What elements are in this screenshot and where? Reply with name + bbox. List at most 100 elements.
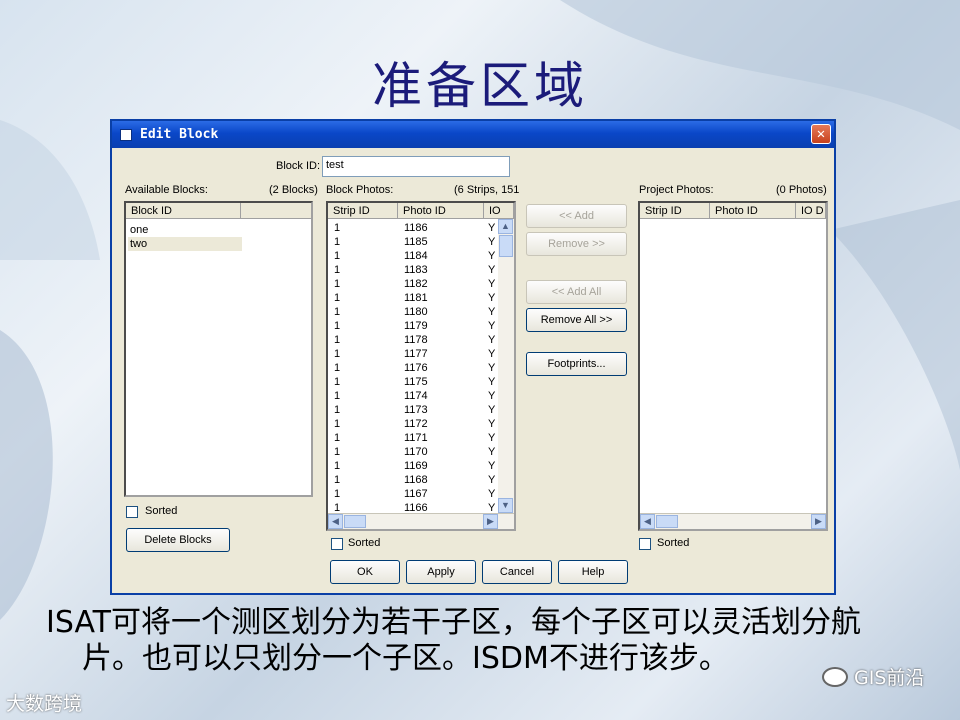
table-cell[interactable]: 1 (334, 235, 340, 249)
column-header-block-id[interactable]: Block ID (126, 203, 241, 219)
scroll-up-icon[interactable]: ▲ (498, 219, 513, 234)
table-cell[interactable]: Y (488, 235, 495, 249)
scroll-left-icon[interactable]: ◀ (640, 514, 655, 529)
table-cell[interactable]: 1 (334, 431, 340, 445)
table-cell[interactable]: Y (488, 487, 495, 501)
table-cell[interactable]: 1181 (404, 291, 428, 305)
table-cell[interactable]: Y (488, 291, 495, 305)
table-cell[interactable]: 1 (334, 417, 340, 431)
table-cell[interactable]: Y (488, 221, 495, 235)
block-photos-list[interactable]: Strip ID Photo ID IO 1 1186 Y 1 1185 Y 1 1184 Y 1… (326, 201, 516, 531)
table-cell[interactable]: 1184 (404, 249, 428, 263)
available-sorted-checkbox[interactable] (126, 506, 138, 518)
table-cell[interactable]: 1185 (404, 235, 428, 249)
table-cell[interactable]: 1 (334, 403, 340, 417)
table-cell[interactable]: 1171 (404, 431, 428, 445)
apply-button[interactable]: Apply (406, 560, 476, 584)
table-cell[interactable]: 1 (334, 221, 340, 235)
column-header-strip-id[interactable]: Strip ID (640, 203, 710, 219)
table-cell[interactable]: 1 (334, 305, 340, 319)
table-cell[interactable]: 1 (334, 487, 340, 501)
table-cell[interactable]: Y (488, 361, 495, 375)
table-cell[interactable]: 1 (334, 459, 340, 473)
table-cell[interactable]: Y (488, 263, 495, 277)
table-cell[interactable]: 1 (334, 319, 340, 333)
column-header-strip-id[interactable]: Strip ID (328, 203, 398, 219)
remove-all-button[interactable]: Remove All >> (526, 308, 627, 332)
vertical-scrollbar[interactable]: ▲ ▼ (498, 219, 514, 513)
table-cell[interactable]: 1183 (404, 263, 428, 277)
scroll-thumb[interactable] (499, 235, 513, 257)
table-cell[interactable]: Y (488, 277, 495, 291)
table-cell[interactable]: 1179 (404, 319, 428, 333)
table-cell[interactable]: Y (488, 347, 495, 361)
available-blocks-list[interactable]: Block ID one two (124, 201, 313, 497)
table-cell[interactable]: 1182 (404, 277, 428, 291)
table-cell[interactable]: 1174 (404, 389, 428, 403)
list-item[interactable]: one (130, 223, 148, 237)
table-cell[interactable]: Y (488, 333, 495, 347)
cancel-button[interactable]: Cancel (482, 560, 552, 584)
table-cell[interactable]: Y (488, 417, 495, 431)
scroll-down-icon[interactable]: ▼ (498, 498, 513, 513)
table-cell[interactable]: Y (488, 459, 495, 473)
scroll-right-icon[interactable]: ▶ (483, 514, 498, 529)
project-photos-sorted-checkbox[interactable] (639, 538, 651, 550)
table-cell[interactable]: 1169 (404, 459, 428, 473)
table-cell[interactable]: Y (488, 305, 495, 319)
table-cell[interactable]: 1177 (404, 347, 428, 361)
footprints-button[interactable]: Footprints... (526, 352, 627, 376)
delete-blocks-button[interactable]: Delete Blocks (126, 528, 230, 552)
table-cell[interactable]: 1186 (404, 221, 428, 235)
table-cell[interactable]: Y (488, 319, 495, 333)
add-all-button[interactable]: << Add All (526, 280, 627, 304)
column-header-blank[interactable] (241, 203, 311, 219)
table-cell[interactable]: 1170 (404, 445, 428, 459)
table-cell[interactable]: 1178 (404, 333, 428, 347)
dialog-titlebar[interactable]: Edit Block ✕ (112, 121, 834, 148)
help-button[interactable]: Help (558, 560, 628, 584)
table-cell[interactable]: 1 (334, 347, 340, 361)
table-cell[interactable]: 1173 (404, 403, 428, 417)
scroll-thumb[interactable] (344, 515, 366, 528)
column-header-photo-id[interactable]: Photo ID (710, 203, 796, 219)
table-cell[interactable]: Y (488, 473, 495, 487)
table-cell[interactable]: 1176 (404, 361, 428, 375)
table-cell[interactable]: 1168 (404, 473, 428, 487)
table-cell[interactable]: 1180 (404, 305, 428, 319)
table-cell[interactable]: 1 (334, 375, 340, 389)
table-cell[interactable]: 1 (334, 389, 340, 403)
table-cell[interactable]: 1 (334, 361, 340, 375)
remove-button[interactable]: Remove >> (526, 232, 627, 256)
table-cell[interactable]: Y (488, 431, 495, 445)
scroll-right-icon[interactable]: ▶ (811, 514, 826, 529)
table-cell[interactable]: Y (488, 375, 495, 389)
block-photos-sorted-checkbox[interactable] (331, 538, 343, 550)
column-header-photo-id[interactable]: Photo ID (398, 203, 484, 219)
table-cell[interactable]: 1 (334, 263, 340, 277)
table-cell[interactable]: Y (488, 389, 495, 403)
horizontal-scrollbar[interactable]: ◀ ▶ (328, 513, 514, 529)
add-button[interactable]: << Add (526, 204, 627, 228)
table-cell[interactable]: 1175 (404, 375, 428, 389)
table-cell[interactable]: Y (488, 445, 495, 459)
scroll-thumb[interactable] (656, 515, 678, 528)
table-cell[interactable]: 1 (334, 277, 340, 291)
ok-button[interactable]: OK (330, 560, 400, 584)
close-button[interactable]: ✕ (811, 124, 831, 144)
scroll-left-icon[interactable]: ◀ (328, 514, 343, 529)
table-cell[interactable]: 1 (334, 445, 340, 459)
table-cell[interactable]: Y (488, 249, 495, 263)
column-header-io[interactable]: IO (484, 203, 514, 219)
table-cell[interactable]: 1 (334, 249, 340, 263)
block-id-input[interactable]: test (322, 156, 510, 177)
table-cell[interactable]: 1 (334, 291, 340, 305)
project-photos-list[interactable]: Strip ID Photo ID IO D ◀ ▶ (638, 201, 828, 531)
table-cell[interactable]: 1 (334, 473, 340, 487)
list-item[interactable]: two (128, 237, 242, 251)
table-cell[interactable]: 1167 (404, 487, 428, 501)
table-cell[interactable]: 1172 (404, 417, 428, 431)
table-cell[interactable]: Y (488, 403, 495, 417)
column-header-io[interactable]: IO D (796, 203, 826, 219)
table-cell[interactable]: 1 (334, 333, 340, 347)
